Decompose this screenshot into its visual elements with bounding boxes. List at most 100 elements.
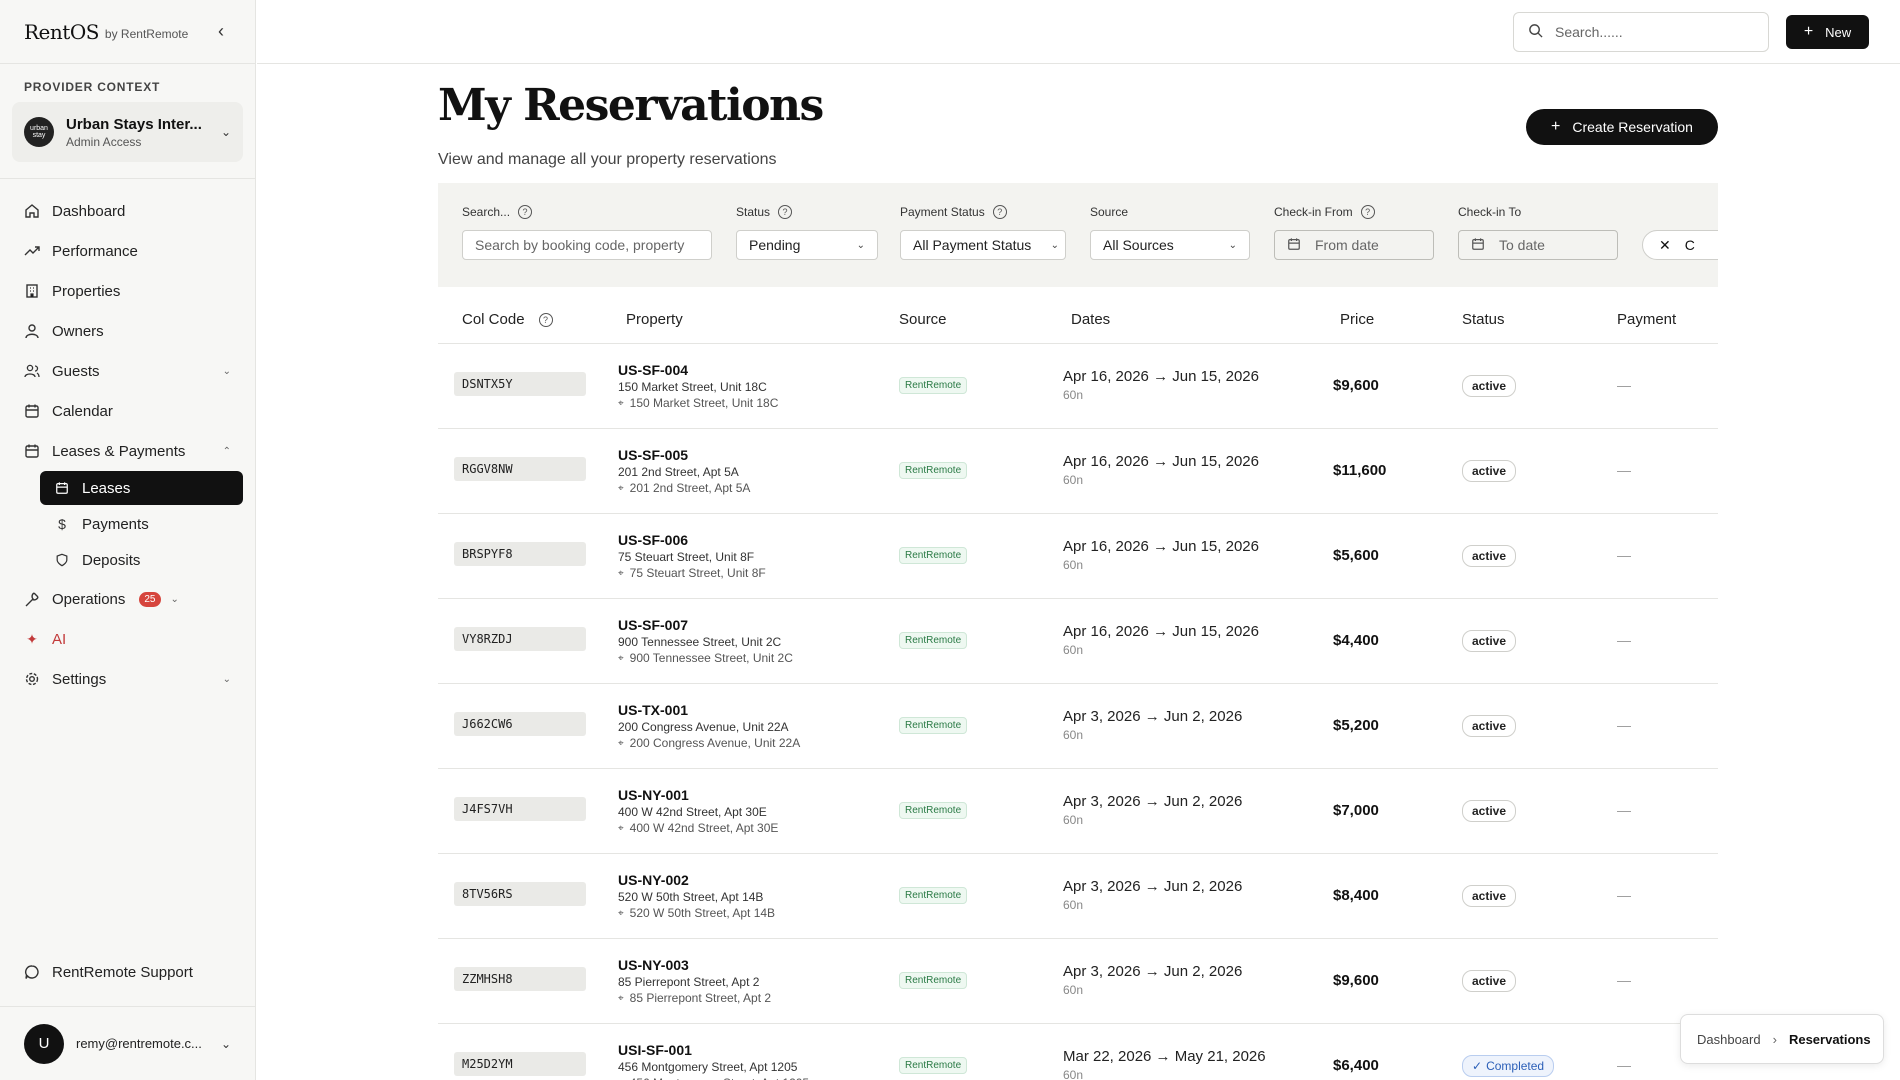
checkin-to-picker[interactable]: To date	[1458, 230, 1618, 260]
booking-code[interactable]: J662CW6	[454, 712, 586, 736]
dates-cell: Apr 16, 2026 → Jun 15, 2026 60n	[1063, 368, 1259, 402]
sidebar-item-ai[interactable]: ✦ AI	[0, 619, 255, 659]
table-row[interactable]: BRSPYF8 US-SF-006 75 Steuart Street, Unit …	[438, 514, 1718, 599]
nights-count: 60n	[1063, 473, 1084, 487]
status-filter-select[interactable]: Pending ⌄	[736, 230, 878, 260]
new-button[interactable]: + New	[1786, 15, 1869, 49]
sidebar-item-operations[interactable]: Operations 25 ⌄	[0, 579, 255, 619]
sidebar-item-guests[interactable]: Guests ⌄	[0, 351, 255, 391]
source-filter-select[interactable]: All Sources ⌄	[1090, 230, 1250, 260]
booking-code[interactable]: VY8RZDJ	[454, 627, 586, 651]
property-location: ⌖ 200 Congress Avenue, Unit 22A	[618, 736, 800, 750]
date-range: Apr 16, 2026 → Jun 15, 2026	[1063, 623, 1259, 640]
column-header-source[interactable]: Source	[899, 311, 947, 328]
column-header-property[interactable]: Property	[626, 311, 683, 328]
payment-filter-value: All Payment Status	[913, 237, 1032, 253]
sidebar-subitem-payments[interactable]: $ Payments	[40, 507, 243, 541]
help-icon[interactable]: ?	[538, 312, 553, 327]
help-icon[interactable]: ?	[1360, 205, 1375, 219]
sidebar-item-settings[interactable]: Settings ⌄	[0, 659, 255, 699]
sidebar-item-dashboard[interactable]: Dashboard	[0, 191, 255, 231]
property-location: ⌖ 400 W 42nd Street, Apt 30E	[618, 821, 778, 835]
sidebar-item-label: Properties	[52, 282, 121, 300]
booking-code[interactable]: BRSPYF8	[454, 542, 586, 566]
building-icon	[24, 283, 40, 299]
booking-code[interactable]: J4FS7VH	[454, 797, 586, 821]
status-badge-text: active	[1472, 634, 1507, 648]
sidebar-item-performance[interactable]: Performance	[0, 231, 255, 271]
payment-value: —	[1617, 462, 1631, 478]
booking-code[interactable]: M25D2YM	[454, 1052, 586, 1076]
chevron-left-icon[interactable]: ‹	[211, 21, 231, 42]
property-cell[interactable]: US-NY-001 400 W 42nd Street, Apt 30E ⌖ 400 …	[618, 787, 778, 835]
property-cell[interactable]: US-NY-002 520 W 50th Street, Apt 14B ⌖ 520 …	[618, 872, 775, 920]
property-address: 400 W 42nd Street, Apt 30E	[618, 805, 767, 819]
table-row[interactable]: M25D2YM USI-SF-001 456 Montgomery Street, …	[438, 1024, 1718, 1080]
global-search-input[interactable]: Search......	[1513, 12, 1769, 52]
provider-switcher[interactable]: urban stay Urban Stays Inter... Admin Ac…	[12, 102, 243, 162]
sidebar-item-support[interactable]: RentRemote Support	[0, 952, 255, 992]
calendar-icon	[24, 443, 40, 459]
property-cell[interactable]: USI-SF-001 456 Montgomery Street, Apt 120…	[618, 1042, 809, 1080]
breadcrumb-dashboard[interactable]: Dashboard	[1697, 1032, 1761, 1047]
date-range: Apr 3, 2026 → Jun 2, 2026	[1063, 708, 1243, 725]
property-code: US-NY-003	[618, 957, 689, 973]
booking-code[interactable]: ZZMHSH8	[454, 967, 586, 991]
table-row[interactable]: DSNTX5Y US-SF-004 150 Market Street, Unit …	[438, 344, 1718, 429]
help-icon[interactable]: ?	[518, 205, 533, 219]
property-cell[interactable]: US-SF-006 75 Steuart Street, Unit 8F ⌖ 75 S…	[618, 532, 766, 580]
status-badge: active	[1462, 885, 1517, 907]
table-row[interactable]: RGGV8NW US-SF-005 201 2nd Street, Apt 5A ⌖ 2…	[438, 429, 1718, 514]
column-header-price[interactable]: Price	[1340, 311, 1374, 328]
table-row[interactable]: 8TV56RS US-NY-002 520 W 50th Street, Apt 1…	[438, 854, 1718, 939]
trend-up-icon	[24, 243, 40, 259]
table-row[interactable]: ZZMHSH8 US-NY-003 85 Pierrepont Street, Ap…	[438, 939, 1718, 1024]
column-header-status[interactable]: Status	[1462, 311, 1505, 328]
checkin-from-label-text: Check-in From	[1274, 205, 1353, 219]
checkin-from-picker[interactable]: From date	[1274, 230, 1434, 260]
booking-code[interactable]: 8TV56RS	[454, 882, 586, 906]
create-reservation-button[interactable]: + Create Reservation	[1526, 109, 1718, 145]
sidebar-item-label: Payments	[82, 515, 149, 533]
table-row[interactable]: VY8RZDJ US-SF-007 900 Tennessee Street, Un…	[438, 599, 1718, 684]
clear-filters-button[interactable]: ✕ C	[1642, 230, 1718, 260]
source-badge: RentRemote	[899, 632, 968, 649]
user-menu[interactable]: U remy@rentremote.c... ⌄	[0, 1006, 255, 1080]
sidebar-item-calendar[interactable]: Calendar	[0, 391, 255, 431]
status-badge: active	[1462, 800, 1517, 822]
check-circle-icon: ✓	[1472, 1059, 1483, 1073]
search-filter-input[interactable]: Search by booking code, property	[462, 230, 712, 260]
dates-cell: Apr 16, 2026 → Jun 15, 2026 60n	[1063, 623, 1259, 657]
column-header-payment[interactable]: Payment	[1617, 311, 1676, 328]
booking-code[interactable]: DSNTX5Y	[454, 372, 586, 396]
table-row[interactable]: J4FS7VH US-NY-001 400 W 42nd Street, Apt 3…	[438, 769, 1718, 854]
sidebar-item-leases-payments[interactable]: Leases & Payments ⌃	[0, 431, 255, 471]
table-row[interactable]: J662CW6 US-TX-001 200 Congress Avenue, Uni…	[438, 684, 1718, 769]
nights-count: 60n	[1063, 643, 1084, 657]
property-cell[interactable]: US-SF-004 150 Market Street, Unit 18C ⌖ 150…	[618, 362, 778, 410]
sidebar-subitem-leases[interactable]: Leases	[40, 471, 243, 505]
page-title: My Reservations	[438, 80, 824, 131]
property-code: US-TX-001	[618, 702, 689, 718]
column-header-code[interactable]: Col Code ?	[462, 311, 553, 328]
booking-code[interactable]: RGGV8NW	[454, 457, 586, 481]
help-icon[interactable]: ?	[778, 205, 793, 219]
column-header-dates[interactable]: Dates	[1071, 311, 1110, 328]
sidebar-item-properties[interactable]: Properties	[0, 271, 255, 311]
price-value: $6,400	[1333, 1057, 1379, 1074]
property-cell[interactable]: US-NY-003 85 Pierrepont Street, Apt 2 ⌖ 85 …	[618, 957, 771, 1005]
payment-filter-select[interactable]: All Payment Status ⌄	[900, 230, 1066, 260]
search-filter-label-text: Search...	[462, 205, 511, 219]
sidebar-subitem-deposits[interactable]: Deposits	[40, 543, 243, 577]
help-icon[interactable]: ?	[992, 205, 1007, 219]
provider-context-label: PROVIDER CONTEXT	[24, 80, 161, 94]
price-value: $8,400	[1333, 887, 1379, 904]
property-cell[interactable]: US-SF-007 900 Tennessee Street, Unit 2C ⌖ 9…	[618, 617, 793, 665]
breadcrumb: Dashboard › Reservations	[1680, 1014, 1884, 1064]
sidebar-item-owners[interactable]: Owners	[0, 311, 255, 351]
property-location-text: 200 Congress Avenue, Unit 22A	[629, 736, 801, 750]
property-location-text: 201 2nd Street, Apt 5A	[629, 481, 751, 495]
property-location-text: 150 Market Street, Unit 18C	[629, 396, 779, 410]
property-cell[interactable]: US-SF-005 201 2nd Street, Apt 5A ⌖ 201 2nd …	[618, 447, 750, 495]
property-cell[interactable]: US-TX-001 200 Congress Avenue, Unit 22A ⌖ 2…	[618, 702, 800, 750]
